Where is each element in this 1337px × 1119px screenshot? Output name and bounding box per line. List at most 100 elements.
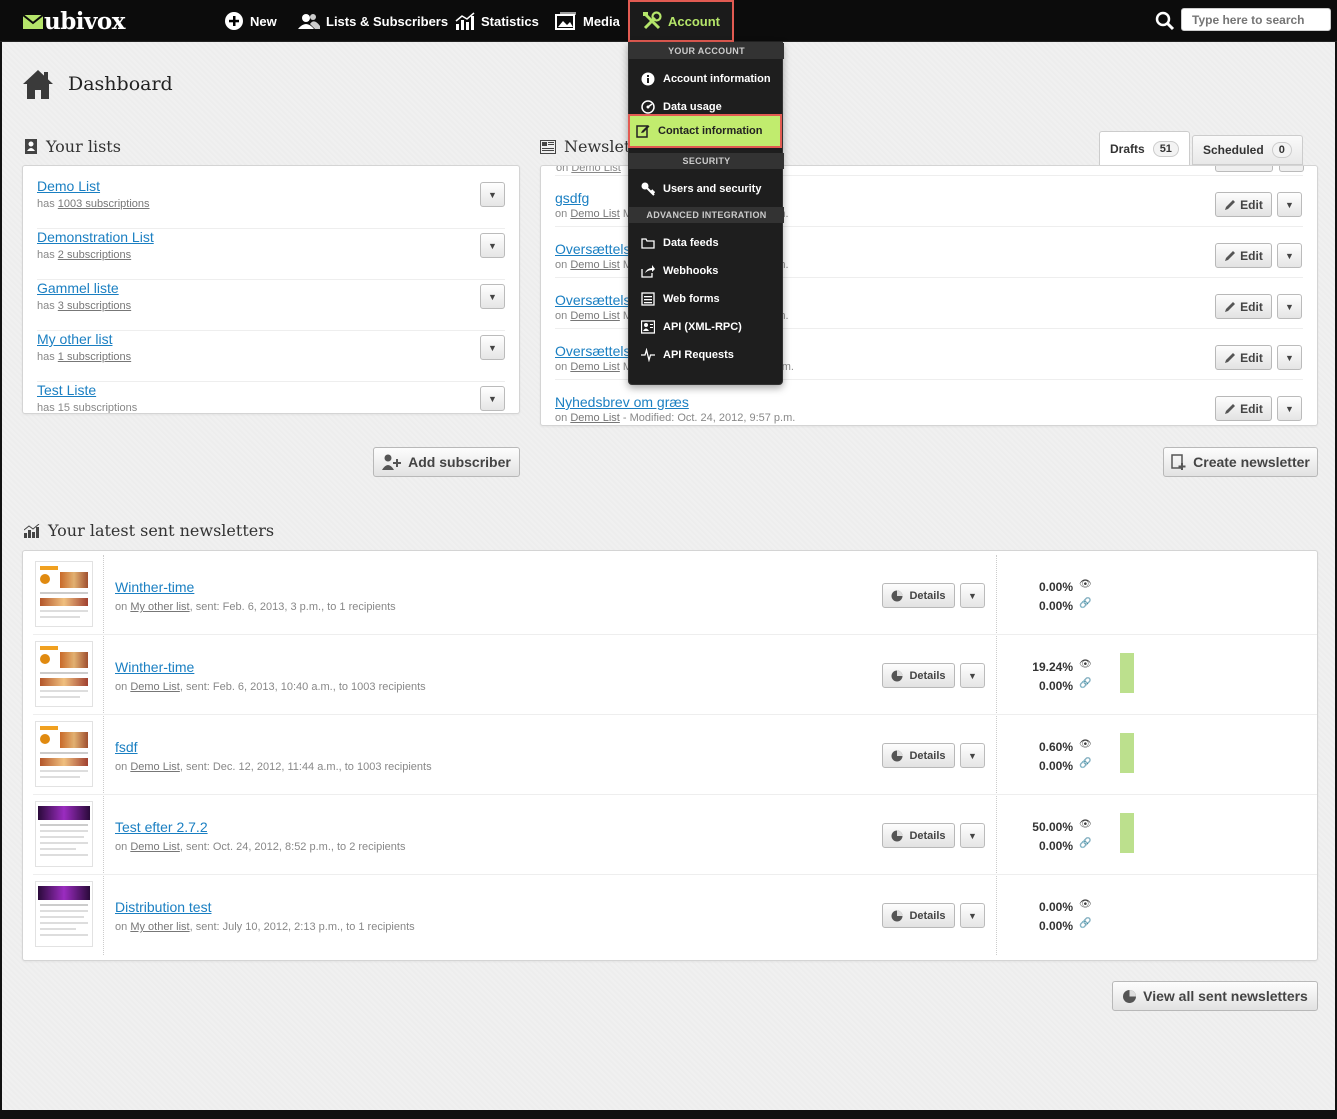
sent-list-link[interactable]: Demo List xyxy=(130,841,180,853)
sent-actions-dropdown[interactable]: ▼ xyxy=(960,903,985,928)
details-label: Details xyxy=(909,669,946,682)
draft-list-link[interactable]: Demo List xyxy=(570,208,620,220)
tab-scheduled[interactable]: Scheduled 0 xyxy=(1192,135,1303,165)
partial-dropdown-button[interactable] xyxy=(1279,166,1304,172)
newsletter-thumbnail[interactable] xyxy=(35,801,93,867)
draft-actions-dropdown[interactable]: ▼ xyxy=(1277,396,1302,421)
subscriptions-link[interactable]: 3 subscriptions xyxy=(58,300,131,312)
sent-newsletter-row: Test efter 2.7.2 on Demo List, sent: Oct.… xyxy=(33,795,1317,875)
menu-item-web-forms[interactable]: Web forms xyxy=(629,285,784,313)
draft-list-link[interactable]: Demo List xyxy=(570,310,620,322)
edit-button[interactable]: Edit xyxy=(1215,294,1272,319)
details-label: Details xyxy=(909,909,946,922)
edit-button[interactable]: Edit xyxy=(1215,243,1272,268)
top-navigation-bar: ubivox New Lists & Subscribers Statistic… xyxy=(0,0,1337,42)
newspaper-icon xyxy=(540,139,556,154)
thumbnail-detail xyxy=(40,734,50,744)
edit-button[interactable]: Edit xyxy=(1215,345,1272,370)
search-input[interactable] xyxy=(1181,8,1331,31)
view-all-sent-button[interactable]: View all sent newsletters xyxy=(1112,981,1318,1011)
nav-lists-subscribers[interactable]: Lists & Subscribers xyxy=(298,0,448,42)
list-actions-dropdown[interactable]: ▼ xyxy=(480,386,505,411)
menu-item-data-feeds[interactable]: Data feeds xyxy=(629,229,784,257)
click-rate-value: 0.00% xyxy=(1038,679,1073,693)
menu-item-api-requests[interactable]: API Requests xyxy=(629,341,784,369)
draft-list-link[interactable]: Demo List xyxy=(570,361,620,373)
add-subscriber-button[interactable]: Add subscriber xyxy=(373,447,520,477)
draft-modified-text: - Modified: Oct. 24, 2012, 9:57 p.m. xyxy=(622,412,796,424)
draft-list-link[interactable]: Demo List xyxy=(570,259,620,271)
sent-list-link[interactable]: Demo List xyxy=(130,761,180,773)
thumbnail-detail xyxy=(40,646,58,650)
click-rate-value: 0.00% xyxy=(1038,839,1073,853)
sent-actions-dropdown[interactable]: ▼ xyxy=(960,663,985,688)
sent-title-link[interactable]: Distribution test xyxy=(115,899,211,915)
tools-icon xyxy=(643,11,662,30)
view-all-sent-label: View all sent newsletters xyxy=(1143,988,1308,1004)
pencil-icon xyxy=(1225,301,1236,312)
list-actions-dropdown[interactable]: ▼ xyxy=(480,335,505,360)
draft-actions-dropdown[interactable]: ▼ xyxy=(1277,345,1302,370)
list-actions-dropdown[interactable]: ▼ xyxy=(480,233,505,258)
menu-item-users-and-security[interactable]: Users and security xyxy=(629,175,784,203)
search-icon[interactable] xyxy=(1155,11,1175,31)
menu-item-webhooks[interactable]: Webhooks xyxy=(629,257,784,285)
menu-item-contact-information[interactable]: Contact information xyxy=(628,114,782,148)
tab-drafts[interactable]: Drafts 51 xyxy=(1099,131,1190,166)
partial-edit-button[interactable] xyxy=(1215,166,1273,172)
list-name-link[interactable]: Demonstration List xyxy=(37,229,505,245)
sent-title-link[interactable]: Winther-time xyxy=(115,579,194,595)
menu-item-api-xml-rpc[interactable]: API (XML-RPC) xyxy=(629,313,784,341)
nav-new[interactable]: New xyxy=(224,0,277,42)
sent-title-link[interactable]: Test efter 2.7.2 xyxy=(115,819,208,835)
list-name-link[interactable]: My other list xyxy=(37,331,505,347)
list-count-prefix: has xyxy=(37,300,58,312)
nav-media[interactable]: Media xyxy=(555,0,620,42)
sent-title-link[interactable]: fsdf xyxy=(115,739,138,755)
nav-statistics[interactable]: Statistics xyxy=(455,0,539,42)
draft-title-link[interactable]: Nyhedsbrev om græs xyxy=(555,394,1303,410)
menu-item-label: Contact information xyxy=(658,125,763,137)
edit-button[interactable]: Edit xyxy=(1215,192,1272,217)
details-button[interactable]: Details xyxy=(882,663,955,688)
edit-label: Edit xyxy=(1240,350,1263,365)
details-button[interactable]: Details xyxy=(882,903,955,928)
nav-account[interactable]: Account xyxy=(628,0,734,42)
list-name-link[interactable]: Gammel liste xyxy=(37,280,505,296)
sent-actions-dropdown[interactable]: ▼ xyxy=(960,583,985,608)
draft-actions-dropdown[interactable]: ▼ xyxy=(1277,294,1302,319)
sent-list-link[interactable]: My other list xyxy=(130,601,189,613)
list-name-link[interactable]: Test Liste xyxy=(37,382,505,398)
list-actions-dropdown[interactable]: ▼ xyxy=(480,284,505,309)
sent-actions-dropdown[interactable]: ▼ xyxy=(960,743,985,768)
subscriptions-link[interactable]: 2 subscriptions xyxy=(58,249,131,261)
sent-list-link[interactable]: My other list xyxy=(130,921,189,933)
draft-list-link[interactable]: Demo List xyxy=(570,412,620,424)
newsletter-thumbnail[interactable] xyxy=(35,721,93,787)
thumbnail-detail xyxy=(40,916,84,918)
details-button[interactable]: Details xyxy=(882,583,955,608)
draft-actions-dropdown[interactable]: ▼ xyxy=(1277,192,1302,217)
newsletter-thumbnail[interactable] xyxy=(35,641,93,707)
list-subscription-count: has 3 subscriptions xyxy=(37,300,505,312)
details-button[interactable]: Details xyxy=(882,743,955,768)
edit-button[interactable]: Edit xyxy=(1215,396,1272,421)
sent-list-link[interactable]: Demo List xyxy=(130,681,180,693)
draft-actions-dropdown[interactable]: ▼ xyxy=(1277,243,1302,268)
thumbnail-detail xyxy=(40,904,88,906)
create-newsletter-button[interactable]: Create newsletter xyxy=(1163,447,1318,477)
sent-actions-dropdown[interactable]: ▼ xyxy=(960,823,985,848)
newsletter-thumbnail[interactable] xyxy=(35,561,93,627)
logo[interactable]: ubivox xyxy=(22,8,125,35)
new-document-icon xyxy=(1171,454,1186,470)
thumbnail-detail xyxy=(40,854,88,856)
list-name-link[interactable]: Demo List xyxy=(37,178,505,194)
sent-title-link[interactable]: Winther-time xyxy=(115,659,194,675)
list-actions-dropdown[interactable]: ▼ xyxy=(480,182,505,207)
menu-item-account-information[interactable]: Account information xyxy=(629,65,784,93)
details-button[interactable]: Details xyxy=(882,823,955,848)
subscriptions-link[interactable]: 1 subscriptions xyxy=(58,351,131,363)
subscriptions-link[interactable]: 1003 subscriptions xyxy=(58,198,150,210)
newsletter-thumbnail[interactable] xyxy=(35,881,93,947)
draft-newsletter-row: Nyhedsbrev om græs on Demo List - Modifie… xyxy=(555,380,1303,425)
